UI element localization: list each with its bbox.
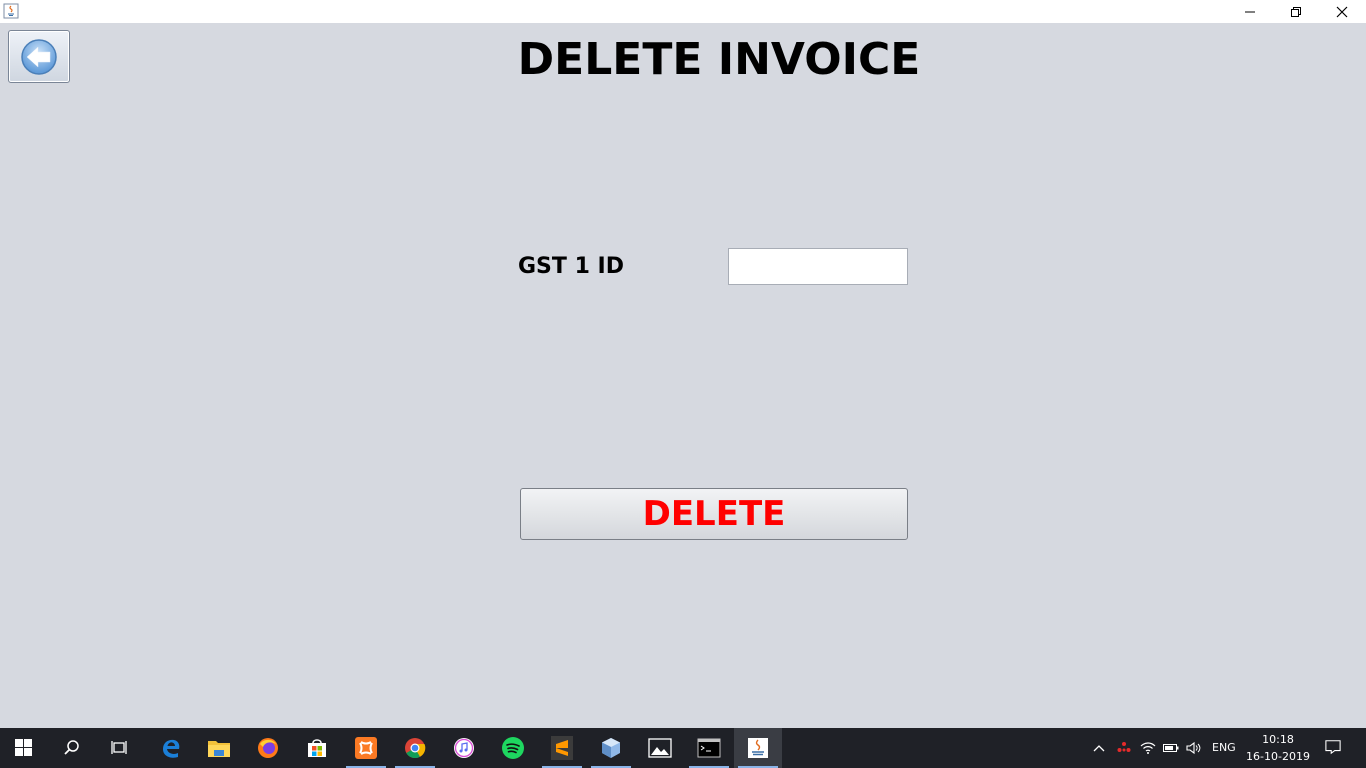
taskbar-store[interactable]: [293, 728, 341, 768]
gst-id-label: GST 1 ID: [518, 254, 624, 279]
window-titlebar: [0, 0, 1366, 23]
taskbar-sublime[interactable]: [538, 728, 586, 768]
clock-date: 16-10-2019: [1246, 750, 1310, 763]
task-view-button[interactable]: [96, 728, 144, 768]
taskbar-photos[interactable]: [636, 728, 684, 768]
main-panel: DELETE INVOICE GST 1 ID DELETE: [0, 23, 1366, 728]
chevron-up-icon: [1093, 745, 1105, 752]
taskbar-java[interactable]: [734, 728, 782, 768]
photos-icon: [648, 738, 672, 758]
store-icon: [308, 739, 326, 757]
minimize-icon: [1245, 11, 1255, 12]
folder-icon: [208, 741, 230, 757]
clock-time: 10:18: [1262, 733, 1294, 746]
volume-button[interactable]: [1186, 740, 1202, 756]
gst-id-input[interactable]: [728, 248, 908, 285]
search-icon: [64, 740, 79, 755]
close-button[interactable]: [1319, 0, 1365, 23]
red-dots-icon: [1117, 742, 1131, 752]
taskbar-firefox[interactable]: [244, 728, 292, 768]
minimize-button[interactable]: [1227, 0, 1273, 23]
restore-icon: [1291, 6, 1301, 17]
spotify-icon: [502, 737, 524, 759]
volume-icon: [1186, 741, 1201, 755]
taskbar-xampp[interactable]: [342, 728, 390, 768]
terminal-icon: [697, 738, 721, 758]
taskbar-itunes[interactable]: [440, 728, 488, 768]
page-title: DELETE INVOICE: [517, 34, 921, 85]
itunes-icon: [454, 738, 474, 758]
restore-button[interactable]: [1273, 0, 1319, 23]
start-button[interactable]: [0, 728, 48, 768]
task-view-icon: [111, 741, 127, 754]
taskbar-file-explorer[interactable]: [195, 728, 243, 768]
firefox-icon: [258, 738, 278, 758]
language-indicator[interactable]: ENG: [1212, 741, 1236, 754]
taskbar-edge[interactable]: [147, 728, 195, 768]
battery-button[interactable]: [1163, 740, 1179, 756]
sublime-text-icon: [551, 736, 573, 760]
close-icon: [1336, 6, 1348, 17]
battery-icon: [1163, 744, 1179, 752]
taskbar-spotify[interactable]: [489, 728, 537, 768]
clock[interactable]: 10:18 16-10-2019: [1240, 731, 1316, 765]
taskbar: ENG 10:18 16-10-2019: [0, 728, 1366, 768]
virtualbox-icon: [602, 738, 620, 758]
taskbar-virtualbox[interactable]: [587, 728, 635, 768]
action-center-button[interactable]: [1325, 739, 1341, 755]
xampp-icon: [355, 737, 377, 759]
wifi-button[interactable]: [1140, 740, 1156, 756]
show-hidden-icons-button[interactable]: [1091, 740, 1107, 756]
java-icon: [748, 738, 768, 758]
notifications-icon: [1325, 740, 1341, 755]
edge-icon: [163, 739, 180, 758]
tray-app-icon[interactable]: [1116, 740, 1132, 756]
wifi-icon: [1140, 742, 1156, 754]
taskbar-chrome[interactable]: [391, 728, 439, 768]
chrome-icon: [405, 738, 426, 759]
java-app-icon: [3, 3, 19, 19]
windows-icon: [15, 739, 32, 756]
taskbar-terminal[interactable]: [685, 728, 733, 768]
delete-button[interactable]: DELETE: [520, 488, 908, 540]
search-button[interactable]: [48, 728, 96, 768]
